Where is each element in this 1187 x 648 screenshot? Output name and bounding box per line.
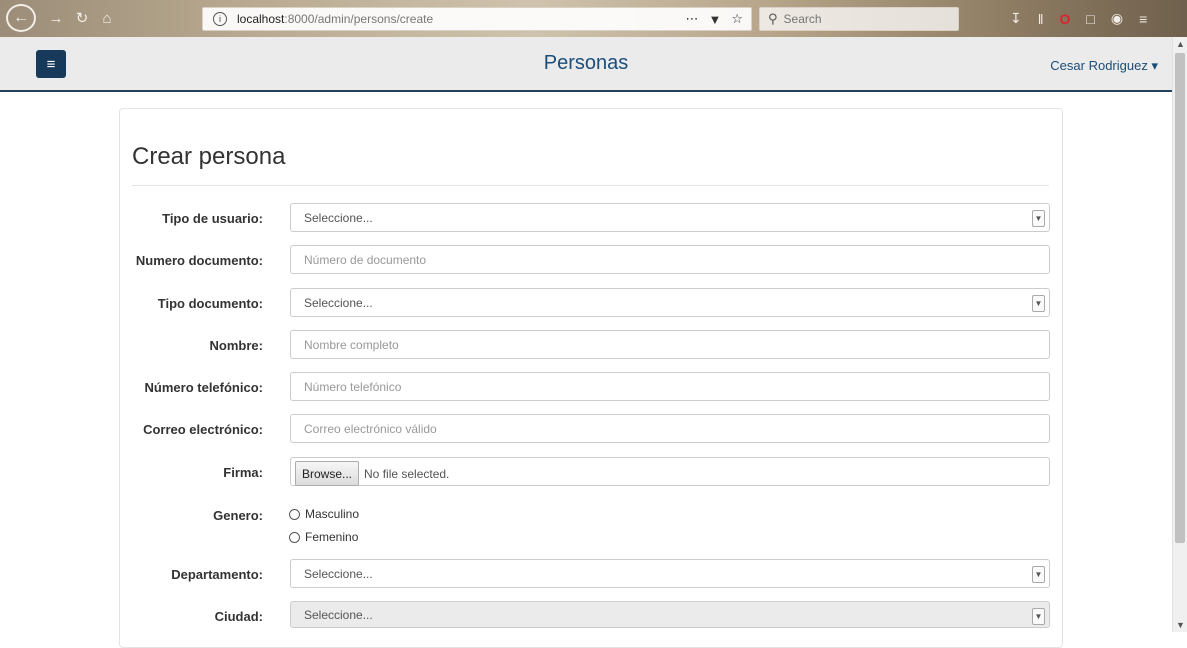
nombre-placeholder: Nombre completo [304,337,399,352]
departamento-label: Departamento: [171,567,263,582]
radio-masculino[interactable]: Masculino [289,507,359,521]
firma-file-input[interactable]: Browse... No file selected. [290,457,1050,486]
library-icon[interactable]: ‖ [1038,11,1044,27]
home-icon[interactable]: ⌂ [97,5,117,31]
scroll-thumb[interactable] [1175,53,1185,543]
radio-circle[interactable] [289,531,300,543]
tipo-usuario-label: Tipo de usuario: [162,211,263,226]
user-name: Cesar Rodriguez [1050,58,1148,73]
file-status: No file selected. [364,466,450,481]
caret-down-icon: ▾ [1151,58,1158,73]
firma-label: Firma: [223,465,263,480]
search-icon: ⚲ [768,11,778,26]
page-actions-icon[interactable]: ⋯ [685,11,698,27]
hamburger-menu-icon[interactable]: ≡ [1139,11,1147,27]
user-menu[interactable]: Cesar Rodriguez ▾ [1050,58,1158,74]
telefono-label: Número telefónico: [144,380,263,395]
correo-input[interactable]: Correo electrónico válido [290,414,1050,443]
telefono-placeholder: Número telefónico [304,379,402,394]
app-title: Personas [543,52,629,74]
ciudad-label: Ciudad: [214,609,263,624]
correo-label: Correo electrónico: [143,422,263,437]
chevron-down-icon: ▼ [1032,295,1045,312]
page-scrollbar[interactable]: ▲ ▼ [1172,37,1187,632]
download-icon[interactable]: ↧ [1010,10,1022,27]
tipo-documento-label: Tipo documento: [157,296,263,311]
browser-toolbar: ← → ↻ ⌂ i localhost:8000/admin/persons/c… [0,0,1187,37]
opera-icon[interactable]: O [1060,11,1071,27]
numero-documento-placeholder: Número de documento [304,252,427,267]
tipo-documento-value: Seleccione... [304,295,373,310]
telefono-input[interactable]: Número telefónico [290,372,1050,401]
radio-masculino-label: Masculino [305,507,360,521]
genero-label: Genero: [213,508,263,523]
app-header: ≡ Personas Cesar Rodriguez ▾ [0,37,1172,92]
url-text[interactable]: localhost:8000/admin/persons/create [237,12,433,26]
radio-circle[interactable] [289,508,300,520]
scroll-up-icon[interactable]: ▲ [1173,37,1187,51]
globe-icon[interactable]: ◉ [1111,10,1123,27]
site-info-icon[interactable]: i [213,12,227,26]
pocket-icon[interactable]: ▼ [708,12,721,27]
browser-search-input[interactable] [783,12,934,26]
radio-femenino-label: Femenino [305,530,359,544]
browse-button[interactable]: Browse... [295,461,360,486]
back-arrow-icon[interactable]: ← [6,4,36,32]
departamento-select[interactable]: Seleccione... ▼ [290,559,1050,588]
ciudad-select: Seleccione... ▼ [290,601,1050,628]
ciudad-value: Seleccione... [304,607,373,622]
chevron-down-icon: ▼ [1032,210,1045,227]
nombre-label: Nombre: [209,338,263,353]
chevron-down-icon: ▼ [1032,566,1045,583]
reload-icon[interactable]: ↻ [73,5,91,31]
scroll-down-icon[interactable]: ▼ [1173,618,1187,632]
departamento-value: Seleccione... [304,566,373,581]
numero-documento-input[interactable]: Número de documento [290,245,1050,274]
correo-placeholder: Correo electrónico válido [304,421,437,436]
heading-divider [132,185,1049,186]
nombre-input[interactable]: Nombre completo [290,330,1050,359]
browser-search-box[interactable]: ⚲ [759,7,959,31]
bookmark-star-icon[interactable]: ☆ [731,11,743,27]
radio-femenino[interactable]: Femenino [289,530,358,544]
tipo-documento-select[interactable]: Seleccione... ▼ [290,288,1050,317]
sidebar-icon[interactable]: □ [1086,11,1094,27]
tipo-usuario-select[interactable]: Seleccione... ▼ [290,203,1050,232]
chevron-down-icon: ▼ [1032,608,1045,625]
numero-documento-label: Numero documento: [135,253,263,268]
url-bar[interactable]: i localhost:8000/admin/persons/create ⋯ … [202,7,752,31]
page-heading: Crear persona [132,143,286,170]
forward-arrow-icon[interactable]: → [48,5,64,31]
tipo-usuario-value: Seleccione... [304,210,373,225]
